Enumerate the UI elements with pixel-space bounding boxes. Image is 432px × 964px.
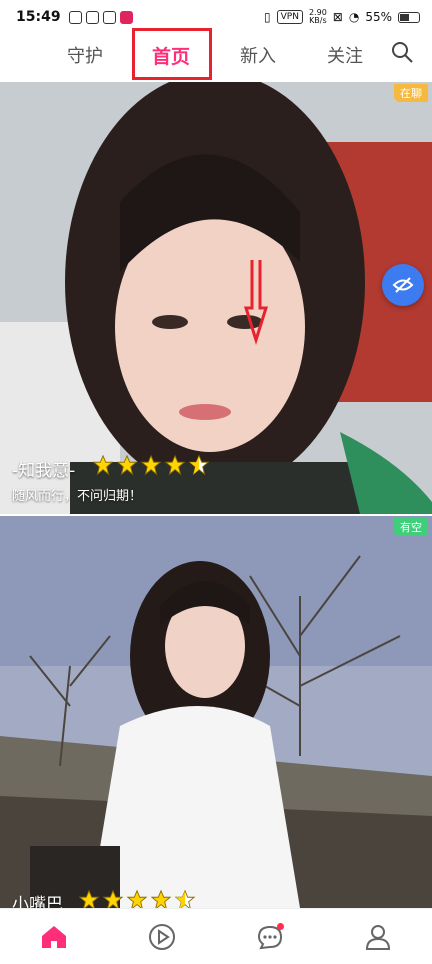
play-icon <box>149 923 175 950</box>
network-speed: 2.90 KB/s <box>308 8 327 25</box>
profile-card[interactable]: 有空 <box>0 516 432 908</box>
battery-percent: 55% <box>365 10 392 24</box>
bottom-nav <box>0 908 432 964</box>
status-badge: 在聊 <box>394 84 428 102</box>
profile-icon <box>365 924 391 950</box>
profile-name: -知我意- <box>12 461 76 481</box>
annotation-highlight-box <box>132 28 212 80</box>
battery-icon <box>398 11 420 23</box>
status-badge: 有空 <box>394 518 428 536</box>
nav-profile[interactable] <box>358 917 398 957</box>
search-icon[interactable] <box>390 40 414 64</box>
tab-follow[interactable]: 关注 <box>327 42 363 68</box>
nav-home[interactable] <box>34 917 74 957</box>
status-time: 15:49 <box>16 9 61 25</box>
home-icon <box>42 925 66 948</box>
star-icon <box>164 454 186 476</box>
tab-guard[interactable]: 守护 <box>67 42 103 68</box>
star-icon <box>116 454 138 476</box>
profile-signature: 随风而行，不问归期！ <box>12 489 143 504</box>
nav-video[interactable] <box>142 917 182 957</box>
nav-messages[interactable] <box>250 917 290 957</box>
sync-icon <box>102 10 116 24</box>
nfc-icon: ⊠ <box>332 10 343 24</box>
profile-photo <box>0 82 432 514</box>
star-icon <box>92 454 114 476</box>
mail-notification-icon <box>85 10 99 24</box>
hide-button[interactable] <box>382 264 424 306</box>
vpn-badge: VPN <box>276 10 303 24</box>
star-rating <box>92 454 210 476</box>
app-notification-icon <box>68 10 82 24</box>
star-icon <box>140 454 162 476</box>
wifi-icon: ◔ <box>348 10 360 24</box>
status-bar: 15:49 ▯ VPN 2.90 KB/s ⊠ ◔ 55% <box>0 0 432 34</box>
unread-dot <box>277 922 284 930</box>
feed: 在聊 -知我意- 随风而行，不问归期！ 有空 <box>0 82 432 908</box>
app-badge-icon <box>119 10 133 24</box>
tab-new[interactable]: 新入 <box>240 42 276 68</box>
half-star-icon <box>188 454 210 476</box>
top-nav: 守护 首页 新入 关注 <box>0 34 432 80</box>
eye-off-icon <box>392 277 414 293</box>
profile-card[interactable]: 在聊 -知我意- 随风而行，不问归期！ <box>0 82 432 514</box>
profile-photo <box>0 516 432 908</box>
vibrate-icon: ▯ <box>264 10 271 24</box>
